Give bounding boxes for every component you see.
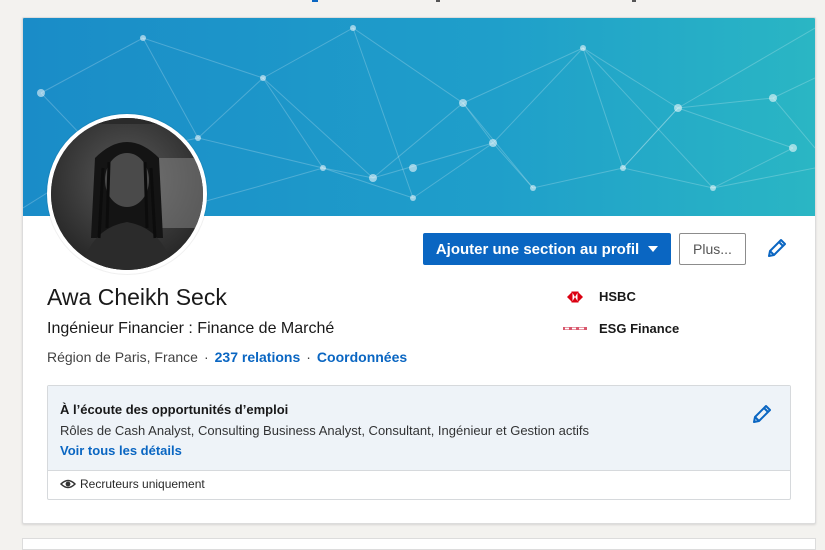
see-all-details-link[interactable]: Voir tous les détails: [60, 443, 182, 458]
profile-card: Ajouter une section au profil Plus... Aw…: [22, 17, 816, 524]
visibility-setting: Recruteurs uniquement: [60, 477, 205, 491]
pencil-icon[interactable]: [765, 236, 789, 260]
profile-photo[interactable]: [51, 118, 203, 270]
org-hsbc[interactable]: HSBC: [563, 289, 636, 304]
org-name: ESG Finance: [599, 321, 680, 336]
separator-dot: ·: [306, 349, 311, 365]
separator-dot: ·: [203, 349, 209, 365]
open-to-work-roles: Rôles de Cash Analyst, Consulting Busine…: [60, 423, 589, 438]
top-edge-remnant: [312, 0, 636, 2]
caret-down-icon: [648, 246, 659, 252]
pencil-icon[interactable]: [750, 402, 774, 426]
org-esg-finance[interactable]: ESG Finance: [563, 321, 679, 336]
add-profile-section-button[interactable]: Ajouter une section au profil: [423, 233, 671, 265]
relations-link[interactable]: 237 relations: [215, 349, 301, 365]
profile-headline: Ingénieur Financier : Finance de Marché: [47, 320, 335, 337]
next-section-card: [22, 538, 816, 550]
esg-finance-logo: [563, 326, 587, 330]
org-name: HSBC: [599, 289, 636, 304]
profile-name: Awa Cheikh Seck: [47, 284, 227, 310]
profile-location-line: Région de Paris, France · 237 relations · Co…: [47, 349, 407, 365]
more-button[interactable]: Plus...: [679, 233, 746, 265]
visibility-label: Recruteurs uniquement: [80, 477, 205, 491]
profile-photo-frame[interactable]: [47, 114, 207, 274]
more-button-label: Plus...: [693, 241, 732, 257]
open-to-work-header: À l’écoute des opportunités d’emploi Rôl…: [48, 386, 790, 471]
eye-icon: [60, 479, 76, 489]
open-to-work-title: À l’écoute des opportunités d’emploi: [60, 402, 289, 417]
hsbc-logo: [567, 291, 583, 302]
profile-location: Région de Paris, France: [47, 349, 198, 365]
contact-info-link[interactable]: Coordonnées: [317, 349, 407, 365]
open-to-work-box: À l’écoute des opportunités d’emploi Rôl…: [47, 385, 791, 500]
add-profile-section-label: Ajouter une section au profil: [435, 240, 640, 258]
